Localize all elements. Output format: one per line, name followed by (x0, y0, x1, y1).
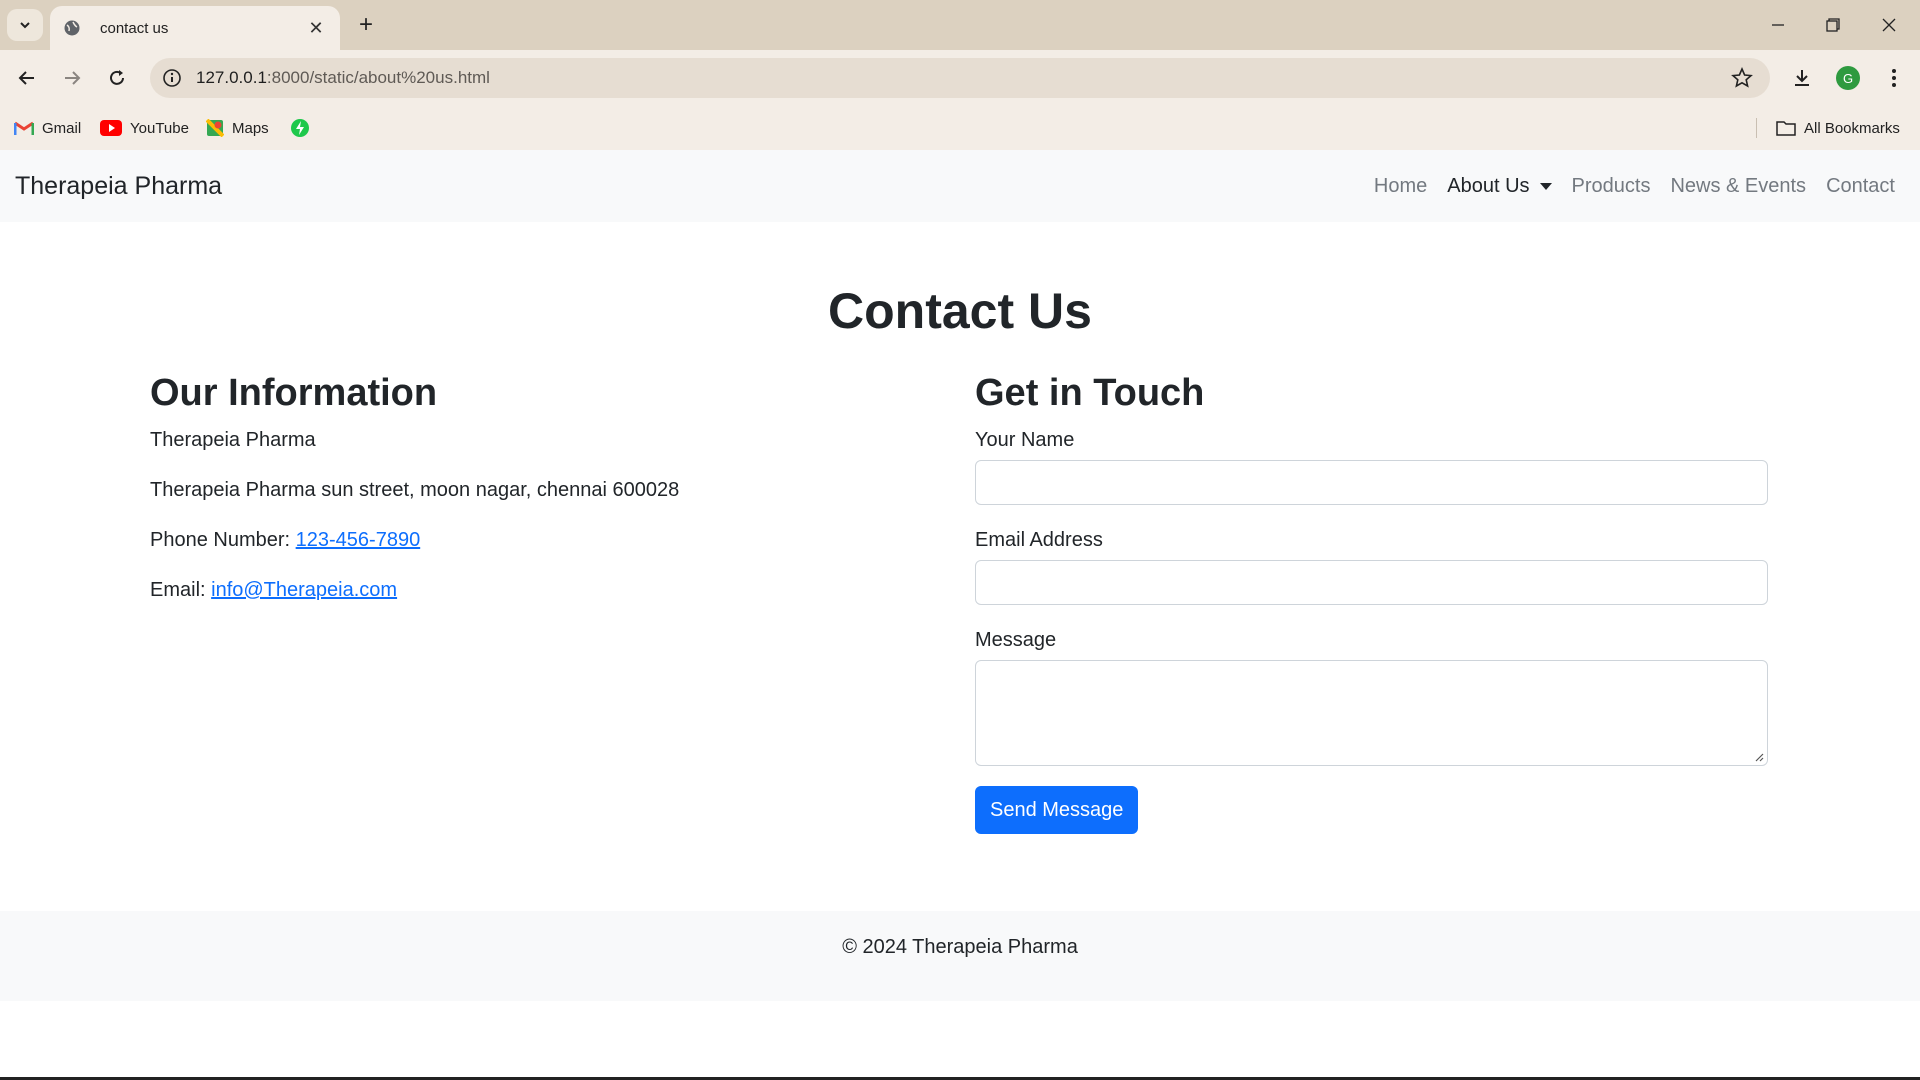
our-information-section: Our Information Therapeia Pharma Therape… (150, 370, 910, 602)
email-field-label: Email Address (975, 529, 1103, 551)
bookmark-label: Gmail (42, 119, 82, 137)
footer-text: © 2024 Therapeia Pharma (842, 936, 1078, 958)
gmail-icon (14, 121, 34, 135)
caret-down-icon (1539, 182, 1552, 190)
company-name: Therapeia Pharma (150, 429, 316, 451)
profile-avatar[interactable]: G (1832, 62, 1864, 94)
navbar-brand[interactable]: Therapeia Pharma (15, 150, 222, 222)
back-button[interactable] (9, 60, 45, 96)
bookmark-youtube[interactable]: YouTube (100, 116, 189, 140)
nav-home[interactable]: Home (1374, 175, 1427, 198)
nav-about-us-label: About Us (1447, 174, 1530, 197)
contact-form: Get in Touch Your Name Email Address Mes… (975, 370, 1770, 834)
site-navbar: Therapeia Pharma Home About Us Products … (0, 150, 1920, 222)
globe-icon (62, 18, 82, 38)
name-input[interactable] (975, 460, 1768, 505)
bookmark-label: Maps (232, 119, 269, 137)
maps-icon (206, 119, 224, 137)
nav-products[interactable]: Products (1572, 175, 1651, 198)
phone-label: Phone Number: (150, 529, 296, 551)
email-label: Email: (150, 579, 212, 601)
tab-title: contact us (100, 19, 169, 37)
arrow-left-icon (18, 71, 34, 85)
browser-toolbar: 127.0.0.1:8000/static/about%20us.html G (0, 50, 1920, 106)
restore-icon[interactable] (1806, 0, 1860, 50)
bookmarks-bar: Gmail YouTube Maps All Bookmarks (0, 106, 1920, 150)
address-bar[interactable]: 127.0.0.1:8000/static/about%20us.html (150, 58, 1770, 98)
reload-icon (110, 70, 124, 85)
menu-kebab-icon[interactable] (1878, 62, 1910, 94)
arrow-right-icon (65, 71, 81, 85)
nav-news-events[interactable]: News & Events (1670, 175, 1806, 198)
company-address: Therapeia Pharma sun street, moon nagar,… (150, 479, 680, 501)
nav-links: Home About Us Products News & Events Con… (1354, 150, 1895, 222)
bookmark-maps[interactable]: Maps (206, 116, 269, 140)
info-heading: Our Information (150, 372, 438, 414)
green-extension-icon (291, 119, 309, 137)
nav-contact[interactable]: Contact (1826, 175, 1895, 198)
reload-button[interactable] (99, 60, 135, 96)
download-icon[interactable] (1786, 62, 1818, 94)
name-label: Your Name (975, 429, 1075, 451)
new-tab-button[interactable]: + (352, 11, 380, 39)
close-window-icon[interactable] (1862, 0, 1916, 50)
email-line: Email: info@Therapeia.com (150, 578, 910, 602)
resize-grip-icon[interactable] (1754, 752, 1764, 762)
page-title: Contact Us (828, 283, 1092, 339)
forward-button[interactable] (54, 60, 90, 96)
all-bookmarks-label: All Bookmarks (1804, 119, 1900, 137)
bookmark-extension[interactable] (290, 116, 310, 140)
chevron-down-icon (20, 22, 30, 29)
site-info-icon[interactable] (160, 66, 184, 90)
bookmark-label: YouTube (130, 119, 189, 137)
form-heading: Get in Touch (975, 372, 1205, 414)
minimize-icon[interactable] (1751, 0, 1805, 50)
email-link[interactable]: info@Therapeia.com (211, 579, 397, 601)
youtube-icon (100, 120, 122, 136)
message-textarea[interactable] (975, 660, 1768, 766)
bookmark-star-icon[interactable] (1730, 66, 1754, 90)
bookmark-gmail[interactable]: Gmail (14, 116, 81, 140)
tab-search-button[interactable] (7, 9, 43, 41)
email-input[interactable] (975, 560, 1768, 605)
all-bookmarks-button[interactable]: All Bookmarks (1776, 116, 1900, 140)
close-tab-icon[interactable]: ✕ (302, 14, 330, 42)
tab-strip: contact us ✕ + (0, 0, 1920, 50)
site-footer: © 2024 Therapeia Pharma (0, 911, 1920, 1001)
send-message-button[interactable]: Send Message (975, 786, 1139, 834)
url-text: 127.0.0.1:8000/static/about%20us.html (196, 68, 490, 87)
browser-tab[interactable]: contact us ✕ (50, 6, 340, 50)
bookmarks-divider (1756, 118, 1757, 138)
nav-about-us-dropdown[interactable]: About Us (1447, 174, 1552, 198)
folder-icon (1776, 121, 1796, 136)
phone-link[interactable]: 123-456-7890 (296, 529, 421, 551)
avatar: G (1836, 66, 1860, 90)
phone-line: Phone Number: 123-456-7890 (150, 528, 910, 552)
message-label: Message (975, 629, 1057, 651)
